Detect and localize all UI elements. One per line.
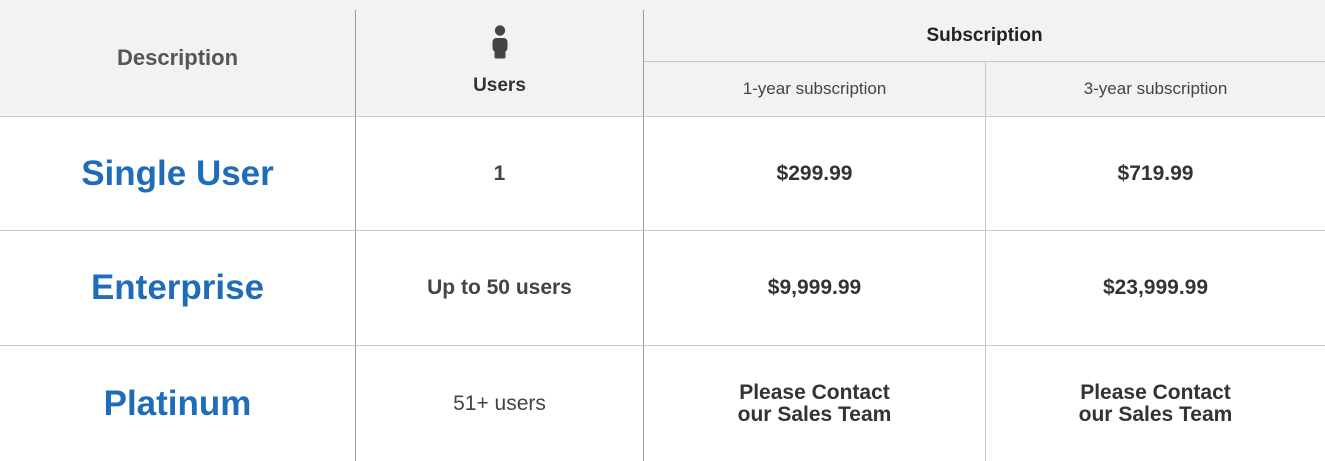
price-1yr-enterprise: $9,999.99 (767, 276, 862, 299)
price-3yr-enterprise: $23,999.99 (1102, 276, 1209, 299)
plan-users-single-user: 1 (493, 161, 506, 185)
header-users: Users (356, 0, 643, 116)
price-3yr-single-user: $719.99 (1117, 161, 1194, 185)
plan-users-enterprise: Up to 50 users (427, 276, 572, 299)
price-3yr-platinum: Please Contact our Sales Team (1078, 380, 1233, 426)
header-subscription: Subscription (926, 24, 1043, 46)
plan-name-platinum: Platinum (103, 383, 252, 423)
price-1yr-single-user: $299.99 (776, 161, 853, 185)
header-term-1-year: 1-year subscription (742, 79, 887, 98)
price-1yr-platinum: Please Contact our Sales Team (737, 380, 892, 426)
header-term-3-year: 3-year subscription (1083, 79, 1228, 98)
plan-name-enterprise: Enterprise (90, 268, 265, 307)
header-users-label: Users (473, 75, 526, 96)
header-description: Description (116, 45, 239, 70)
plan-name-single-user: Single User (81, 153, 274, 193)
pricing-table: Description Users Subscription 1-year su… (0, 0, 1325, 461)
plan-users-platinum: 51+ users (453, 391, 546, 415)
user-icon (492, 25, 507, 59)
